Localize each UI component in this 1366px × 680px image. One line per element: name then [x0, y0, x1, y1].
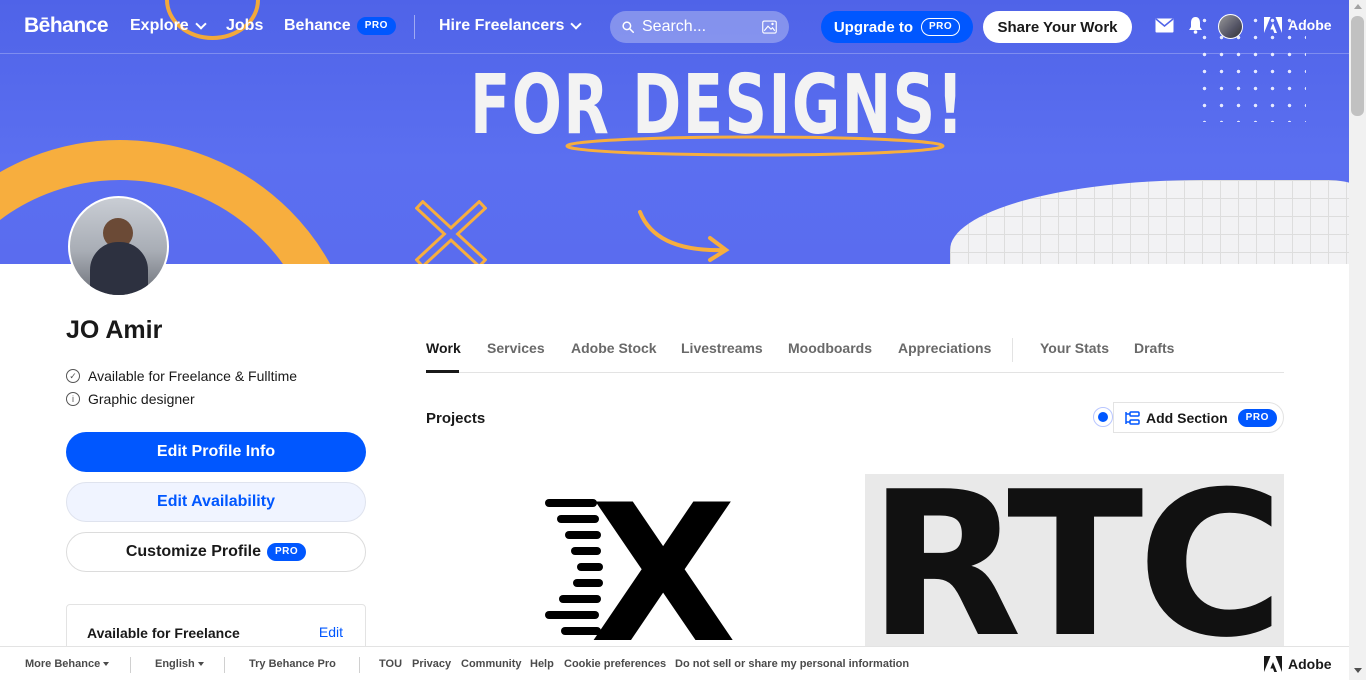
search-input[interactable]: [642, 18, 752, 36]
customize-profile-button[interactable]: Customize Profile PRO: [66, 532, 366, 572]
adobe-logo-icon: [1264, 17, 1282, 33]
profile-avatar[interactable]: [68, 196, 169, 297]
nav-explore-label: Explore: [130, 17, 189, 34]
image-search-icon[interactable]: [762, 18, 777, 36]
nav-hire-label: Hire Freelancers: [439, 17, 565, 34]
banner-decor-paper: [950, 180, 1349, 264]
footer: More Behance English Try Behance Pro TOU…: [0, 646, 1349, 680]
edit-profile-button[interactable]: Edit Profile Info: [66, 432, 366, 472]
page-scrollbar[interactable]: [1349, 0, 1366, 680]
tab-services[interactable]: Services: [487, 340, 545, 356]
caret-down-icon: [197, 662, 204, 667]
project-thumbnail-2[interactable]: RTC: [865, 474, 1284, 646]
nav-hire-freelancers[interactable]: Hire Freelancers: [439, 17, 583, 35]
projects-heading: Projects: [426, 410, 486, 427]
role-row: i Graphic designer: [66, 391, 195, 407]
check-circle-icon: ✓: [66, 369, 80, 383]
upgrade-pro-button[interactable]: Upgrade to PRO: [821, 11, 973, 43]
adobe-logo-icon: [1264, 656, 1282, 672]
footer-community[interactable]: Community: [461, 658, 522, 670]
chevron-down-icon: [195, 18, 207, 30]
user-avatar[interactable]: [1218, 14, 1243, 39]
edit-availability-button[interactable]: Edit Availability: [66, 482, 366, 522]
tab-divider: [1012, 338, 1013, 362]
pro-badge: PRO: [356, 17, 396, 35]
nav-jobs[interactable]: Jobs: [226, 17, 263, 35]
footer-more-label: More Behance: [25, 658, 101, 670]
tab-work[interactable]: Work: [426, 340, 461, 356]
tab-drafts[interactable]: Drafts: [1134, 340, 1174, 356]
banner-decor-arrow: [638, 210, 730, 262]
caret-down-icon: [103, 662, 110, 667]
info-icon: i: [66, 392, 80, 406]
adobe-label: Adobe: [1288, 17, 1332, 33]
footer-adobe-link[interactable]: Adobe: [1264, 656, 1332, 672]
scroll-up-arrow-icon[interactable]: [1354, 4, 1362, 9]
footer-try-pro[interactable]: Try Behance Pro: [249, 658, 336, 670]
tab-adobe-stock[interactable]: Adobe Stock: [571, 340, 657, 356]
tab-appreciations[interactable]: Appreciations: [898, 340, 991, 356]
footer-privacy[interactable]: Privacy: [412, 658, 451, 670]
tab-your-stats[interactable]: Your Stats: [1040, 340, 1109, 356]
footer-more-behance[interactable]: More Behance: [25, 658, 110, 670]
footer-divider: [224, 657, 225, 673]
nav-divider: [414, 15, 415, 39]
pro-badge: PRO: [1237, 408, 1277, 427]
adobe-link[interactable]: Adobe: [1264, 17, 1332, 33]
footer-divider: [359, 657, 360, 673]
footer-tou[interactable]: TOU: [379, 658, 402, 670]
footer-do-not-sell[interactable]: Do not sell or share my personal informa…: [675, 658, 909, 670]
add-section-icon: [1125, 410, 1140, 425]
customize-label: Customize Profile: [125, 543, 261, 560]
footer-help[interactable]: Help: [530, 658, 554, 670]
scroll-down-arrow-icon[interactable]: [1354, 668, 1362, 673]
banner-decor-x: [415, 200, 487, 264]
top-nav: Bēhance Explore Jobs Behance PRO Hire Fr…: [0, 0, 1349, 54]
section-radio[interactable]: [1093, 407, 1113, 427]
nav-explore[interactable]: Explore: [130, 17, 207, 35]
footer-cookie-preferences[interactable]: Cookie preferences: [564, 658, 666, 670]
footer-language-label: English: [155, 658, 195, 670]
footer-language[interactable]: English: [155, 658, 204, 670]
banner-decor-arc: [0, 140, 360, 264]
active-tab-indicator: [426, 370, 459, 373]
mail-icon[interactable]: [1155, 18, 1174, 33]
pro-badge: PRO: [921, 18, 961, 36]
project-2-artwork: RTC: [868, 474, 1284, 646]
search-bar[interactable]: [610, 11, 789, 43]
search-icon: [622, 21, 634, 33]
behance-logo[interactable]: Bēhance: [24, 14, 109, 38]
tab-livestreams[interactable]: Livestreams: [681, 340, 763, 356]
pro-badge: PRO: [266, 543, 307, 561]
avatar-body: [90, 242, 148, 295]
bell-icon[interactable]: [1188, 16, 1203, 34]
nav-behance-label: Behance: [284, 17, 351, 34]
nav-jobs-label: Jobs: [226, 17, 264, 34]
add-section-button[interactable]: Add Section PRO: [1113, 402, 1284, 433]
freelance-edit-link[interactable]: Edit: [319, 624, 343, 640]
upgrade-label: Upgrade to: [833, 18, 913, 36]
footer-divider: [130, 657, 131, 673]
freelance-card-title: Available for Freelance: [87, 625, 240, 641]
add-section-label: Add Section: [1146, 409, 1228, 426]
availability-text: Available for Freelance & Fulltime: [88, 368, 298, 384]
availability-row: ✓ Available for Freelance & Fulltime: [66, 368, 297, 384]
radio-dot: [1098, 412, 1108, 422]
scroll-thumb[interactable]: [1351, 16, 1364, 116]
chevron-down-icon: [570, 18, 583, 30]
banner-decor-underline: [565, 135, 945, 157]
tab-moodboards[interactable]: Moodboards: [788, 340, 872, 356]
footer-adobe-label: Adobe: [1288, 656, 1332, 672]
nav-behance-pro[interactable]: Behance PRO: [284, 17, 396, 35]
role-text: Graphic designer: [88, 391, 195, 407]
profile-tabs: Work Services Adobe Stock Livestreams Mo…: [426, 338, 1284, 373]
project-1-artwork: X: [590, 464, 737, 680]
share-your-work-button[interactable]: Share Your Work: [983, 11, 1132, 43]
profile-name: JO Amir: [66, 316, 163, 344]
